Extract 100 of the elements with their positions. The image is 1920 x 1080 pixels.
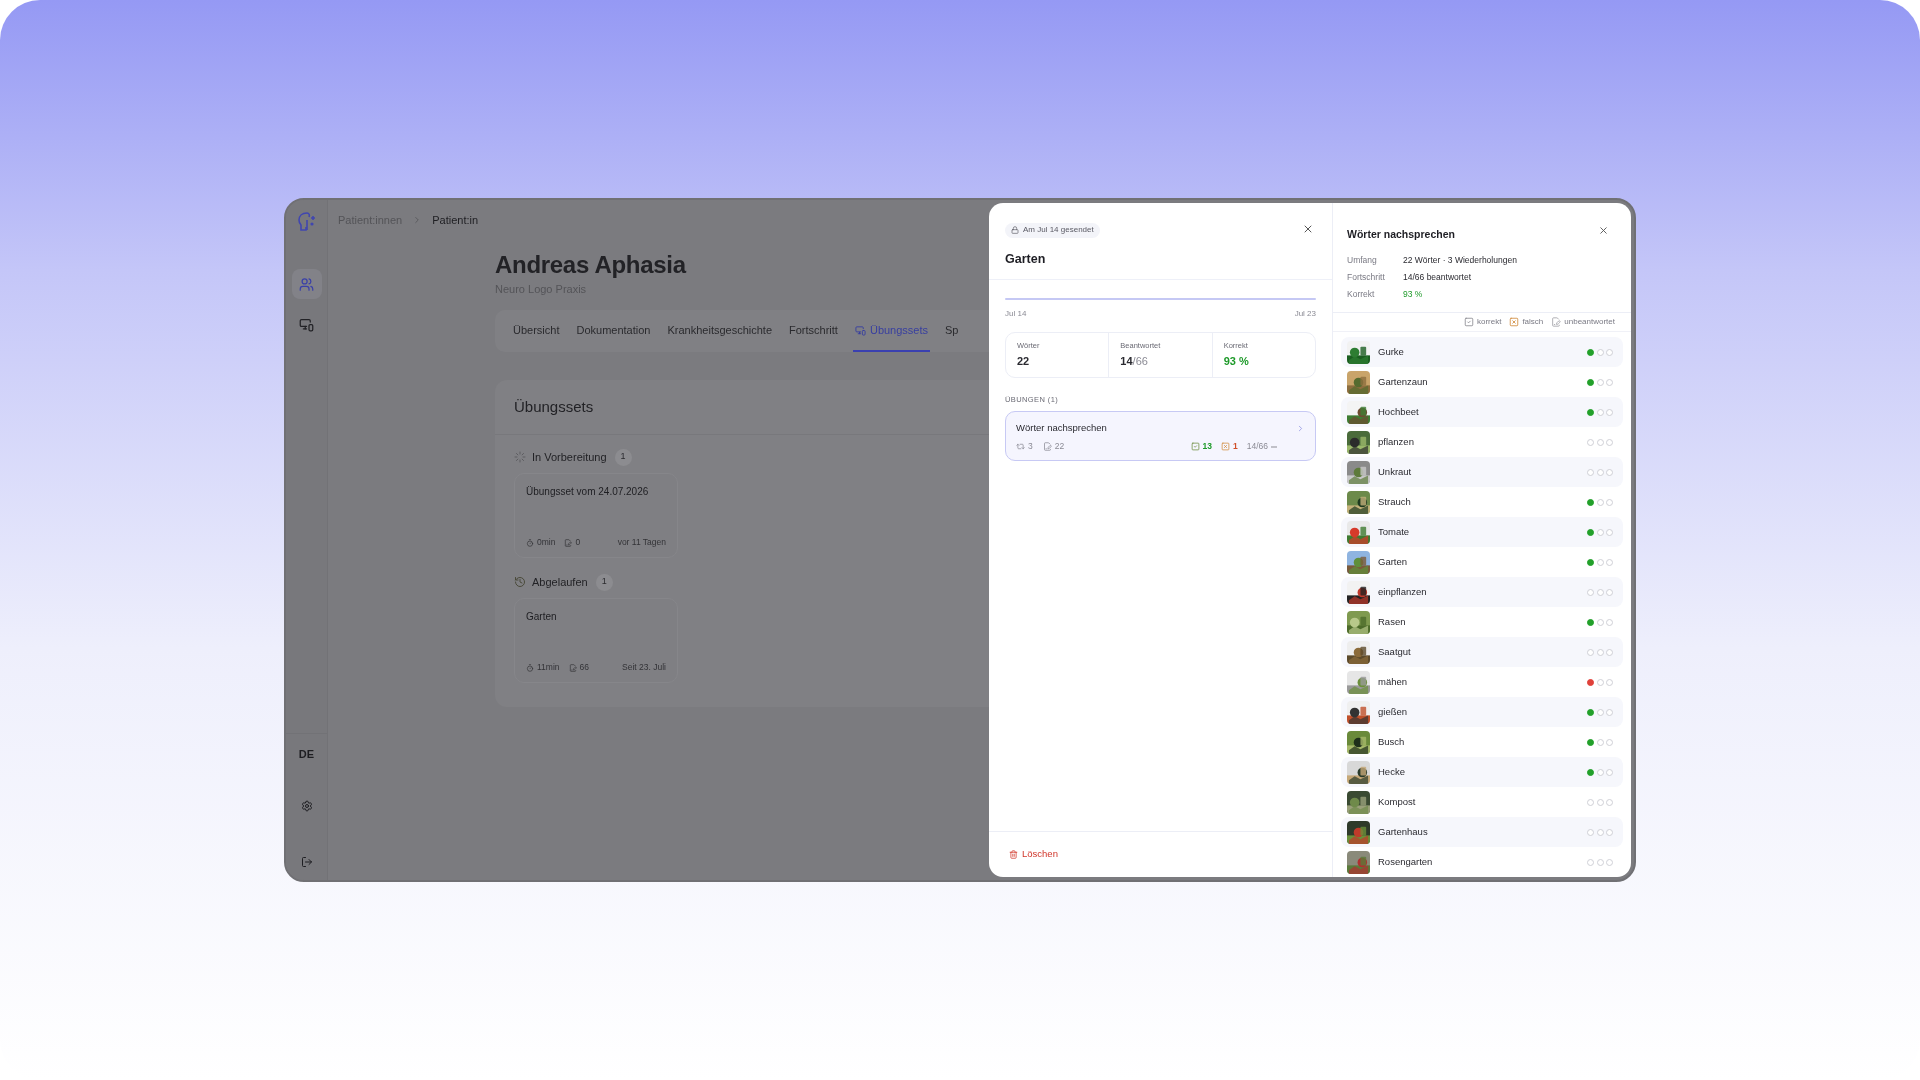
word-label: Kompost	[1378, 794, 1416, 809]
devices-icon	[854, 324, 866, 336]
cross-icon	[1221, 442, 1230, 452]
exercise-card[interactable]: Wörter nachsprechen 3 22 13 1 14/66	[1005, 411, 1316, 461]
delete-button[interactable]: Löschen	[1009, 847, 1058, 862]
stat-value: 93 %	[1223, 354, 1250, 369]
word-row[interactable]: Tomate	[1341, 517, 1623, 547]
duration: 0min	[537, 536, 556, 549]
sidebar-item[interactable]	[291, 269, 322, 299]
info-label: Umfang	[1347, 254, 1378, 267]
word-row[interactable]: Gartenhaus	[1341, 817, 1623, 847]
close-icon	[1302, 223, 1314, 235]
word-label: Hecke	[1378, 764, 1405, 779]
word-label: Garten	[1378, 554, 1408, 569]
word-label: mähen	[1378, 674, 1408, 689]
word-label: Tomate	[1378, 524, 1410, 539]
word-row[interactable]: Saatgut	[1341, 637, 1623, 667]
card-title: Garten	[526, 610, 558, 624]
word-row[interactable]: gießen	[1341, 697, 1623, 727]
repetition-count: 3	[1028, 440, 1033, 453]
edit-icon	[568, 663, 577, 672]
close-button[interactable]	[1598, 225, 1609, 236]
repeat-icon	[1016, 442, 1025, 452]
check-icon	[1463, 317, 1474, 328]
lock-icon	[1011, 226, 1019, 234]
timeline-end: Jul 23	[1294, 307, 1316, 320]
stat-value: 22	[1017, 354, 1031, 369]
tab[interactable]: Fortschritt	[787, 310, 840, 352]
word-row[interactable]: Hochbeet	[1341, 397, 1623, 427]
word-label: Unkraut	[1378, 464, 1412, 479]
section-title: Übungssets	[514, 396, 594, 417]
card-date: vor 11 Tagen	[617, 536, 666, 549]
word-label: Gartenhaus	[1378, 824, 1428, 839]
tab[interactable]: Dokumentation	[574, 310, 653, 352]
info-value: 22 Wörter · 3 Wiederholungen	[1403, 254, 1518, 267]
word-label: einpflanzen	[1378, 584, 1427, 599]
timer-icon	[526, 663, 534, 672]
word-label: pflanzen	[1378, 434, 1414, 449]
group-label: Abgelaufen	[532, 574, 588, 590]
devices-icon	[299, 316, 314, 332]
loading-icon	[514, 451, 526, 463]
info-value: 93 %	[1403, 287, 1424, 301]
word-row[interactable]: Gurke	[1341, 337, 1623, 367]
history-icon	[514, 576, 526, 588]
edit-icon	[564, 538, 573, 547]
close-icon	[1598, 225, 1609, 236]
word-label: Gurke	[1378, 344, 1404, 359]
word-label: Saatgut	[1378, 644, 1411, 659]
chevron-icon	[1296, 423, 1305, 433]
word-label: gießen	[1378, 704, 1408, 719]
card-date: Seit 23. Juli	[622, 661, 666, 674]
exercise-detail-title: Wörter nachsprechen	[1347, 227, 1455, 242]
language-button[interactable]: DE	[298, 745, 315, 762]
word-label: Rasen	[1378, 614, 1406, 629]
word-count: 22	[1054, 440, 1065, 453]
exercise-set-card[interactable]: Garten 11min 66 Seit 23. Juli	[514, 598, 678, 683]
word-row[interactable]: einpflanzen	[1341, 577, 1623, 607]
count-badge: 1	[595, 573, 613, 591]
correct-count: 13	[1202, 440, 1212, 453]
tab[interactable]: Übersicht	[511, 310, 562, 352]
word-label: Strauch	[1378, 494, 1411, 509]
word-count: 0	[575, 536, 581, 549]
timer-icon	[526, 538, 534, 547]
word-label: Gartenzaun	[1378, 374, 1428, 389]
timeline-start: Jul 14	[1005, 307, 1027, 320]
info-label: Fortschritt	[1347, 270, 1386, 284]
tab[interactable]: Krankheitsgeschichte	[665, 310, 775, 352]
mini-bar-icon	[1271, 445, 1277, 448]
stat-value: 14/66	[1120, 354, 1149, 369]
wrong-count: 1	[1233, 440, 1238, 453]
exercise-set-card[interactable]: Übungsset vom 24.07.2026 0min 0 vor 11 Tagen	[514, 473, 678, 558]
breadcrumb-link[interactable]: Patient:in	[432, 212, 479, 229]
users-icon	[299, 276, 314, 292]
patient-name: Andreas Aphasia	[495, 249, 688, 280]
word-row[interactable]: Hecke	[1341, 757, 1623, 787]
info-value: 14/66 beantwortet	[1403, 270, 1473, 284]
legend-label: falsch	[1522, 316, 1544, 329]
word-label: Rosengarten	[1378, 854, 1433, 869]
word-count: 66	[579, 661, 589, 674]
legend-label: unbeantwortet	[1564, 316, 1615, 329]
card-title: Übungsset vom 24.07.2026	[526, 485, 650, 499]
word-row[interactable]: Unkraut	[1341, 457, 1623, 487]
info-label: Korrekt	[1347, 287, 1376, 301]
set-title: Garten	[1005, 251, 1047, 268]
legend-label: korrekt	[1476, 316, 1502, 329]
count-badge: 1	[614, 448, 632, 466]
exercise-title: Wörter nachsprechen	[1016, 421, 1107, 435]
group-label: In Vorbereitung	[532, 449, 607, 465]
word-label: Hochbeet	[1378, 404, 1419, 419]
trash-icon	[1009, 850, 1018, 859]
duration: 11min	[537, 661, 560, 674]
word-label: Busch	[1378, 734, 1405, 749]
logout-icon[interactable]	[300, 856, 313, 868]
sent-date: Am Jul 14 gesendet	[1023, 224, 1094, 236]
tab[interactable]: Sp	[943, 310, 961, 352]
close-button[interactable]	[1302, 223, 1314, 235]
settings-icon[interactable]	[300, 800, 313, 812]
edit-icon	[1551, 317, 1562, 328]
edit-icon	[1042, 442, 1052, 452]
cross-icon	[1509, 317, 1520, 328]
